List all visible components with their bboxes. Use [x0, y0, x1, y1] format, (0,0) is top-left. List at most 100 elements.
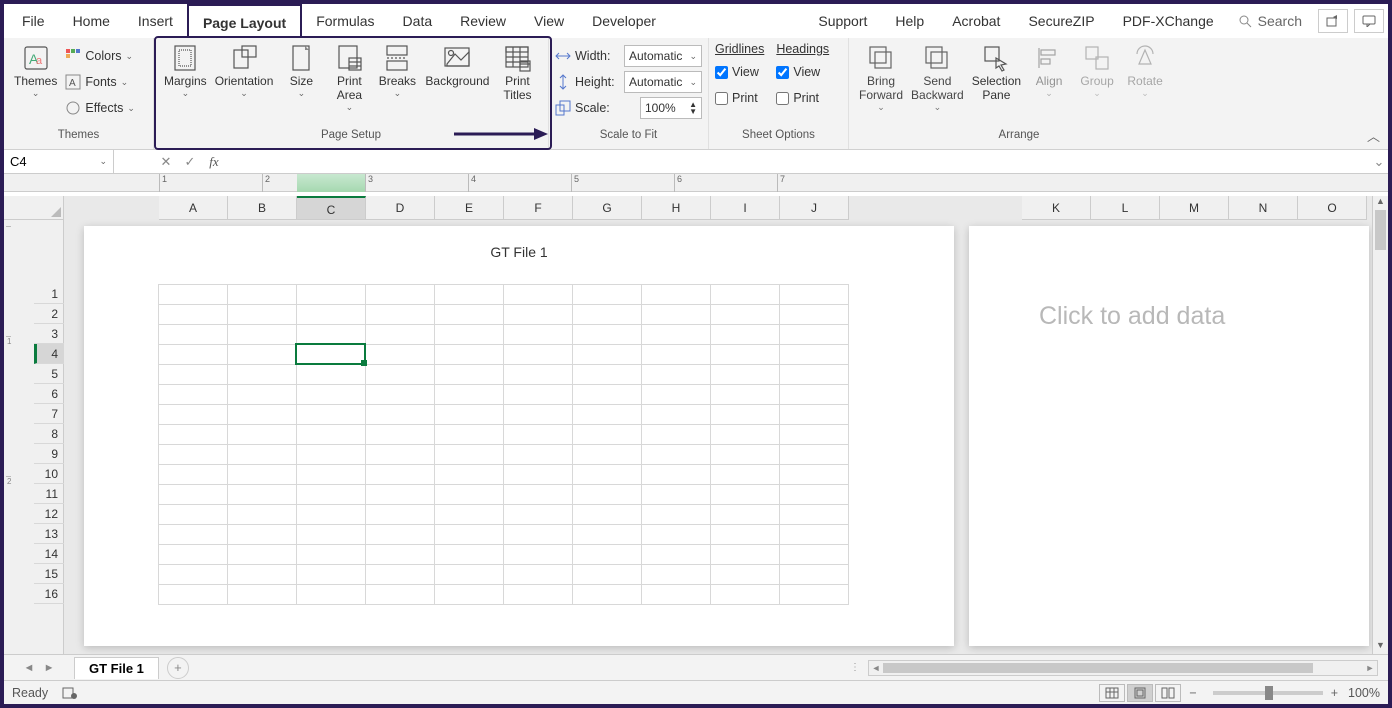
print-area-button[interactable]: Print Area⌄	[325, 42, 373, 115]
zoom-level[interactable]: 100%	[1348, 686, 1380, 700]
col-k[interactable]: K	[1022, 196, 1091, 220]
cancel-formula-button[interactable]: ✕	[154, 154, 178, 170]
fill-handle[interactable]	[361, 360, 367, 366]
tab-insert[interactable]: Insert	[124, 4, 187, 38]
scale-spinner[interactable]: 100%▲▼	[640, 97, 702, 119]
horizontal-ruler[interactable]: 1 2 3 4 5 6 7	[4, 174, 1388, 192]
tab-data[interactable]: Data	[389, 4, 447, 38]
row-3[interactable]: 3	[34, 324, 64, 344]
col-n[interactable]: N	[1229, 196, 1298, 220]
tab-formulas[interactable]: Formulas	[302, 4, 388, 38]
tab-securezip[interactable]: SecureZIP	[1014, 4, 1108, 38]
row-5[interactable]: 5	[34, 364, 64, 384]
insert-function-button[interactable]: fx	[202, 154, 226, 170]
orientation-button[interactable]: Orientation⌄	[211, 42, 278, 101]
col-l[interactable]: L	[1091, 196, 1160, 220]
cell-grid[interactable]	[158, 284, 849, 605]
page-layout-view-button[interactable]	[1127, 684, 1153, 702]
tab-view[interactable]: View	[520, 4, 578, 38]
row-12[interactable]: 12	[34, 504, 64, 524]
fonts-button[interactable]: A Fonts⌄	[65, 70, 135, 94]
expand-formula-bar-button[interactable]: ⌄	[1370, 154, 1388, 170]
scroll-right-button[interactable]: ►	[1363, 661, 1377, 675]
add-sheet-button[interactable]: +	[167, 657, 189, 679]
tab-developer[interactable]: Developer	[578, 4, 670, 38]
tab-pdf-xchange[interactable]: PDF-XChange	[1109, 4, 1228, 38]
row-15[interactable]: 15	[34, 564, 64, 584]
hscroll-thumb[interactable]	[883, 663, 1313, 673]
background-button[interactable]: Background	[421, 42, 493, 90]
horizontal-scrollbar[interactable]: ◄ ►	[868, 660, 1378, 676]
breaks-button[interactable]: Breaks⌄	[373, 42, 421, 101]
zoom-slider[interactable]	[1213, 691, 1323, 695]
tab-file[interactable]: File	[8, 4, 59, 38]
row-4[interactable]: 4	[34, 344, 64, 364]
tab-split-handle[interactable]: ⋮	[850, 662, 858, 673]
col-o[interactable]: O	[1298, 196, 1367, 220]
bring-forward-button[interactable]: Bring Forward⌄	[855, 42, 907, 115]
col-g[interactable]: G	[573, 196, 642, 220]
effects-button[interactable]: Effects⌄	[65, 96, 135, 120]
zoom-in-button[interactable]: +	[1331, 686, 1338, 700]
headings-view-checkbox[interactable]: View	[776, 60, 829, 84]
colors-button[interactable]: Colors⌄	[65, 44, 135, 68]
send-backward-button[interactable]: Send Backward⌄	[907, 42, 968, 115]
col-m[interactable]: M	[1160, 196, 1229, 220]
align-button[interactable]: Align⌄	[1025, 42, 1073, 101]
col-h[interactable]: H	[642, 196, 711, 220]
row-1[interactable]: 1	[34, 284, 64, 304]
comments-button[interactable]	[1354, 9, 1384, 33]
col-i[interactable]: I	[711, 196, 780, 220]
zoom-out-button[interactable]: −	[1189, 686, 1196, 700]
page-break-view-button[interactable]	[1155, 684, 1181, 702]
name-box[interactable]: C4⌄	[4, 150, 114, 173]
col-j[interactable]: J	[780, 196, 849, 220]
col-a[interactable]: A	[159, 196, 228, 220]
row-13[interactable]: 13	[34, 524, 64, 544]
sheet-tab-active[interactable]: GT File 1	[74, 657, 159, 679]
scroll-left-button[interactable]: ◄	[869, 661, 883, 675]
row-8[interactable]: 8	[34, 424, 64, 444]
page-header[interactable]: GT File 1	[84, 244, 954, 260]
scroll-up-button[interactable]: ▲	[1373, 196, 1388, 210]
row-7[interactable]: 7	[34, 404, 64, 424]
zoom-handle[interactable]	[1265, 686, 1273, 700]
gridlines-print-checkbox[interactable]: Print	[715, 86, 764, 110]
row-6[interactable]: 6	[34, 384, 64, 404]
tab-page-layout[interactable]: Page Layout	[187, 4, 302, 38]
width-dropdown[interactable]: Automatic⌄	[624, 45, 702, 67]
size-button[interactable]: Size⌄	[277, 42, 325, 101]
col-f[interactable]: F	[504, 196, 573, 220]
share-button[interactable]	[1318, 9, 1348, 33]
row-9[interactable]: 9	[34, 444, 64, 464]
row-16[interactable]: 16	[34, 584, 64, 604]
col-b[interactable]: B	[228, 196, 297, 220]
macro-record-button[interactable]	[62, 686, 78, 700]
vertical-scrollbar[interactable]: ▲ ▼	[1372, 196, 1388, 654]
scroll-down-button[interactable]: ▼	[1373, 640, 1388, 654]
headings-print-checkbox[interactable]: Print	[776, 86, 829, 110]
tab-nav-arrows[interactable]: ◄ ►	[4, 662, 74, 674]
search-box[interactable]: Search	[1228, 13, 1312, 29]
tab-help[interactable]: Help	[881, 4, 938, 38]
add-data-watermark[interactable]: Click to add data	[1039, 302, 1225, 331]
selected-cell[interactable]	[295, 343, 366, 365]
themes-button[interactable]: Aa Themes ⌄	[10, 42, 61, 101]
margins-button[interactable]: Margins⌄	[160, 42, 211, 101]
tab-home[interactable]: Home	[59, 4, 124, 38]
tab-review[interactable]: Review	[446, 4, 520, 38]
row-11[interactable]: 11	[34, 484, 64, 504]
print-titles-button[interactable]: Print Titles	[493, 42, 541, 104]
normal-view-button[interactable]	[1099, 684, 1125, 702]
scroll-thumb[interactable]	[1375, 210, 1386, 250]
row-10[interactable]: 10	[34, 464, 64, 484]
gridlines-view-checkbox[interactable]: View	[715, 60, 764, 84]
row-2[interactable]: 2	[34, 304, 64, 324]
selection-pane-button[interactable]: Selection Pane	[968, 42, 1025, 104]
col-e[interactable]: E	[435, 196, 504, 220]
tab-support[interactable]: Support	[804, 4, 881, 38]
cell-grid-2[interactable]	[1027, 284, 1039, 318]
collapse-ribbon-button[interactable]: ︿	[1367, 126, 1380, 145]
enter-formula-button[interactable]: ✓	[178, 154, 202, 170]
height-dropdown[interactable]: Automatic⌄	[624, 71, 702, 93]
